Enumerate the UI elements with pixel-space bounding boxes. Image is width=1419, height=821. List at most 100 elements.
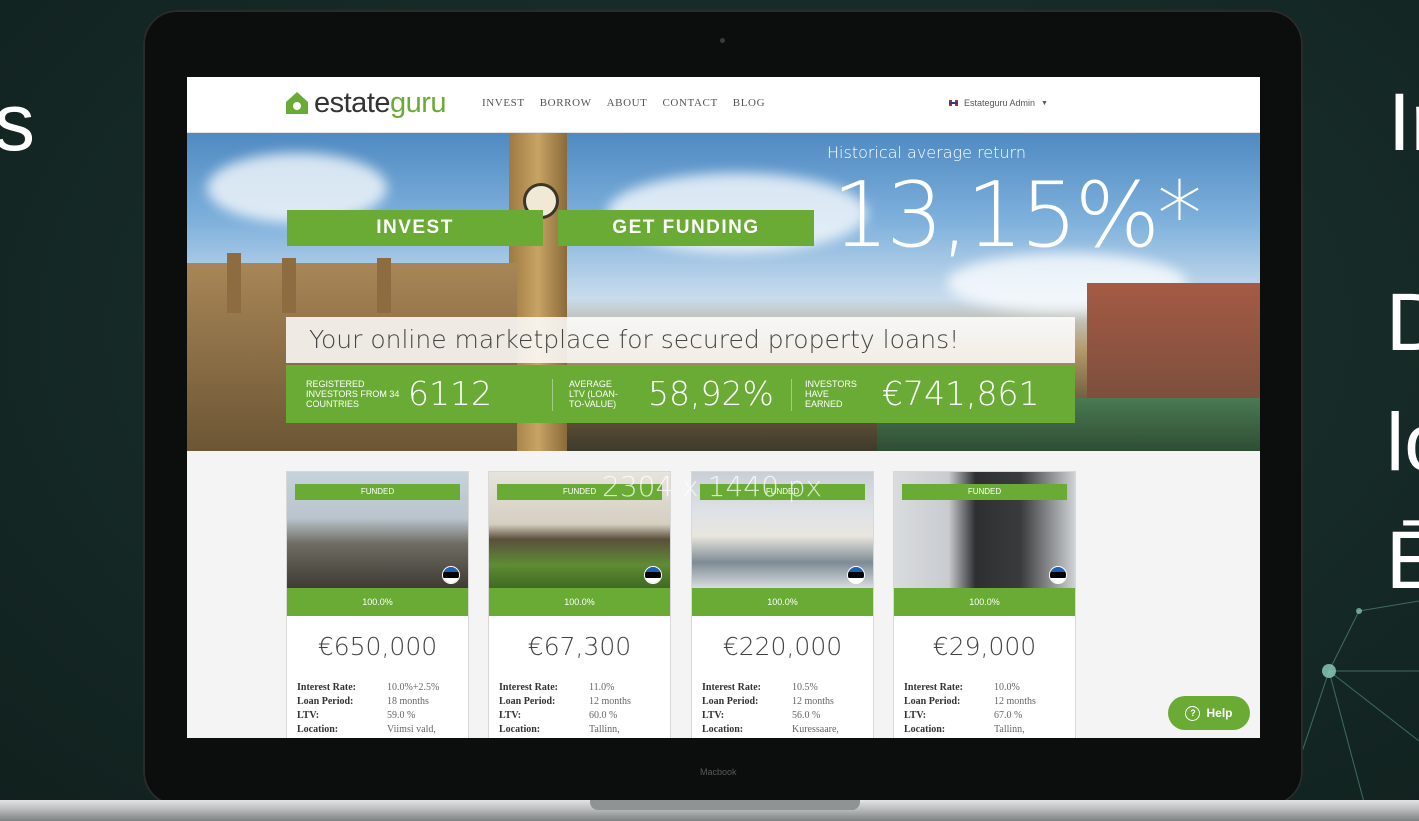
- help-button[interactable]: ? Help: [1168, 696, 1250, 730]
- ltv-value: 59.0 %: [387, 710, 416, 721]
- site-navbar: estateguru INVEST BORROW ABOUT CONTACT B…: [187, 77, 1260, 133]
- slide-text-right-1: Ir: [1388, 77, 1419, 168]
- webcam-dot: [720, 38, 725, 43]
- house-logo-icon: [286, 92, 308, 114]
- ltv-value: 56.0 %: [792, 710, 821, 721]
- stats-bar: REGISTERED INVESTORS FROM 34 COUNTRIES 6…: [286, 365, 1075, 423]
- user-menu-label: Estateguru Admin: [964, 98, 1036, 108]
- hero-tagline: Your online marketplace for secured prop…: [309, 325, 960, 354]
- loan-period-label: Loan Period:: [499, 696, 556, 707]
- device-label: Macbook: [700, 767, 737, 777]
- loan-details: Interest Rate: 11.0% Loan Period: 12 month…: [499, 681, 664, 737]
- loan-period-value: 12 months: [792, 696, 834, 707]
- site-logo[interactable]: estateguru: [284, 85, 447, 121]
- loan-card[interactable]: FUNDED 100.0% €650,000 Interest Rate: 10.…: [286, 471, 469, 738]
- location-value: Tallinn,: [589, 724, 620, 735]
- loan-details: Interest Rate: 10.5% Loan Period: 12 month…: [702, 681, 867, 737]
- interest-rate-label: Interest Rate:: [297, 682, 356, 693]
- stat-label-earned: INVESTORS HAVE EARNED: [805, 379, 857, 409]
- loan-amount: €650,000: [317, 632, 438, 661]
- laptop-screen: estateguru INVEST BORROW ABOUT CONTACT B…: [187, 77, 1260, 738]
- uk-flag-icon: [949, 100, 958, 106]
- main-nav: INVEST BORROW ABOUT CONTACT BLOG: [482, 97, 765, 109]
- hero-return-value: 13,15%*: [832, 163, 1202, 268]
- loan-period-label: Loan Period:: [702, 696, 759, 707]
- hero-caption: Historical average return: [827, 143, 1026, 162]
- location-value: Tallinn,: [994, 724, 1025, 735]
- nav-contact[interactable]: CONTACT: [663, 97, 718, 109]
- left-spires-image: [227, 253, 241, 313]
- estonia-flag-icon: [1049, 566, 1067, 584]
- estonia-flag-icon: [442, 566, 460, 584]
- interest-rate-value: 10.5%: [792, 682, 818, 693]
- get-funding-button[interactable]: GET FUNDING: [558, 210, 814, 246]
- interest-rate-value: 11.0%: [589, 682, 615, 693]
- ltv-label: LTV:: [702, 710, 725, 721]
- funded-badge: FUNDED: [295, 484, 460, 500]
- location-label: Location:: [297, 724, 339, 735]
- estonia-flag-icon: [644, 566, 662, 584]
- stat-value-ltv: 58,92%: [648, 374, 774, 413]
- location-label: Location:: [499, 724, 541, 735]
- ltv-label: LTV:: [904, 710, 927, 721]
- interest-rate-label: Interest Rate:: [904, 682, 963, 693]
- logo-suffix: guru: [390, 86, 447, 119]
- interest-rate-label: Interest Rate:: [702, 682, 761, 693]
- caret-down-icon: ▼: [1041, 99, 1048, 107]
- funding-progress: 100.0%: [489, 588, 670, 616]
- stat-label-investors: REGISTERED INVESTORS FROM 34 COUNTRIES: [306, 379, 400, 409]
- loan-period-label: Loan Period:: [904, 696, 961, 707]
- help-label: Help: [1206, 706, 1233, 720]
- logo-prefix: estate: [314, 86, 391, 119]
- loan-card[interactable]: FUNDED 100.0% €220,000 Interest Rate: 10.…: [691, 471, 874, 738]
- location-value: Kuressaare,: [792, 724, 839, 735]
- nav-borrow[interactable]: BORROW: [540, 97, 592, 109]
- funded-badge: FUNDED: [902, 484, 1067, 500]
- location-label: Location:: [702, 724, 744, 735]
- question-icon: ?: [1185, 705, 1201, 721]
- ltv-label: LTV:: [499, 710, 522, 721]
- invest-button[interactable]: INVEST: [287, 210, 543, 246]
- loan-amount: €29,000: [932, 632, 1037, 661]
- funding-progress: 100.0%: [894, 588, 1075, 616]
- loan-card[interactable]: FUNDED 100.0% €67,300 Interest Rate: 11.0…: [488, 471, 671, 738]
- stat-value-earned: €741,861: [882, 374, 1040, 413]
- loan-period-value: 12 months: [589, 696, 631, 707]
- funding-progress: 100.0%: [287, 588, 468, 616]
- stat-divider: [791, 379, 792, 411]
- stat-value-investors: 6112: [408, 374, 492, 413]
- left-spires-image: [377, 258, 391, 313]
- stat-label-ltv: AVERAGE LTV (LOAN-TO-VALUE): [569, 379, 618, 409]
- logo-wordmark: estateguru: [314, 86, 447, 120]
- nav-invest[interactable]: INVEST: [482, 97, 525, 109]
- nav-about[interactable]: ABOUT: [607, 97, 648, 109]
- stat-divider: [552, 379, 553, 411]
- user-menu[interactable]: Estateguru Admin ▼: [949, 98, 1048, 108]
- location-value: Viimsi vald,: [387, 724, 436, 735]
- estonia-flag-icon: [847, 566, 865, 584]
- loan-period-value: 18 months: [387, 696, 429, 707]
- loan-card[interactable]: FUNDED 100.0% €29,000 Interest Rate: 10.0…: [893, 471, 1076, 738]
- slide-text-right-3: lo: [1386, 397, 1419, 488]
- loan-period-value: 12 months: [994, 696, 1036, 707]
- interest-rate-value: 10.0%: [994, 682, 1020, 693]
- location-label: Location:: [904, 724, 946, 735]
- nav-blog[interactable]: BLOG: [733, 97, 765, 109]
- left-spires-image: [282, 258, 296, 313]
- loan-amount: €220,000: [722, 632, 843, 661]
- loan-amount: €67,300: [527, 632, 632, 661]
- ltv-label: LTV:: [297, 710, 320, 721]
- mockup-dimension-label: 2304 x 1440 px: [602, 470, 823, 503]
- funding-progress: 100.0%: [692, 588, 873, 616]
- interest-rate-value: 10.0%+2.5%: [387, 682, 440, 693]
- ltv-value: 67.0 %: [994, 710, 1023, 721]
- hero-banner: Historical average return 13,15%* INVEST…: [187, 133, 1260, 451]
- loan-details: Interest Rate: 10.0%+2.5% Loan Period: 18 …: [297, 681, 462, 737]
- ltv-value: 60.0 %: [589, 710, 618, 721]
- interest-rate-label: Interest Rate:: [499, 682, 558, 693]
- loan-details: Interest Rate: 10.0% Loan Period: 12 month…: [904, 681, 1069, 737]
- slide-text-right-2: D: [1386, 277, 1419, 368]
- laptop-base-notch: [590, 800, 860, 810]
- slide-text-left: s: [0, 77, 35, 168]
- loan-period-label: Loan Period:: [297, 696, 354, 707]
